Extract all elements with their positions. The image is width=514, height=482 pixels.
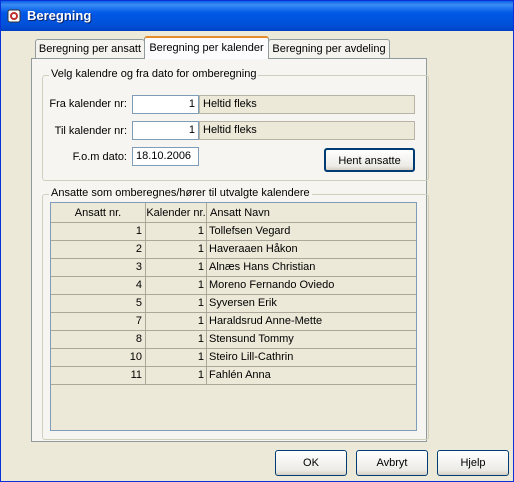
table-row[interactable]: 1 1 Tollefsen Vegard — [51, 223, 416, 241]
cell-ansatt-navn: Stensund Tommy — [207, 331, 416, 349]
fom-dato-input[interactable]: 18.10.2006 — [132, 147, 199, 166]
table-row[interactable]: 7 1 Haraldsrud Anne-Mette — [51, 313, 416, 331]
tab-per-kalender[interactable]: Beregning per kalender — [144, 36, 269, 59]
table-row[interactable]: 5 1 Syversen Erik — [51, 295, 416, 313]
cell-kalender-nr: 1 — [146, 331, 207, 349]
fom-dato-label: F.o.m dato: — [72, 151, 127, 163]
table-row[interactable]: 2 1 Haveraaen Håkon — [51, 241, 416, 259]
cell-ansatt-nr: 3 — [51, 259, 146, 277]
cell-ansatt-navn: Fahlén Anna — [207, 367, 416, 385]
title-bar[interactable]: Beregning — [1, 1, 513, 31]
cell-ansatt-navn: Haveraaen Håkon — [207, 241, 416, 259]
cell-ansatt-navn: Moreno Fernando Oviedo — [207, 277, 416, 295]
table-header: Ansatt nr. Kalender nr. Ansatt Navn — [51, 203, 416, 223]
column-header-ansatt-navn[interactable]: Ansatt Navn — [207, 203, 416, 223]
cell-ansatt-navn: Haraldsrud Anne-Mette — [207, 313, 416, 331]
cell-ansatt-navn: Tollefsen Vegard — [207, 223, 416, 241]
fra-kalender-name: Heltid fleks — [199, 95, 415, 114]
ok-button[interactable]: OK — [275, 450, 347, 476]
app-icon — [7, 9, 21, 23]
til-kalender-input[interactable]: 1 — [132, 121, 199, 140]
column-header-ansatt-nr[interactable]: Ansatt nr. — [51, 203, 146, 223]
til-kalender-name: Heltid fleks — [199, 121, 415, 140]
table-row[interactable]: 8 1 Stensund Tommy — [51, 331, 416, 349]
tab-per-ansatt[interactable]: Beregning per ansatt — [35, 39, 145, 59]
cell-ansatt-nr: 1 — [51, 223, 146, 241]
cell-ansatt-nr: 4 — [51, 277, 146, 295]
table-row[interactable]: 3 1 Alnæs Hans Christian — [51, 259, 416, 277]
cell-ansatt-navn: Steiro Lill-Cathrin — [207, 349, 416, 367]
fra-kalender-label: Fra kalender nr: — [49, 98, 127, 110]
cell-kalender-nr: 1 — [146, 349, 207, 367]
cell-ansatt-navn: Alnæs Hans Christian — [207, 259, 416, 277]
dialog-window: Beregning Beregning per ansatt Beregning… — [0, 0, 514, 482]
column-header-kalender-nr[interactable]: Kalender nr. — [146, 203, 207, 223]
cancel-button[interactable]: Avbryt — [356, 450, 428, 476]
calendar-group-legend: Velg kalendre og fra dato for omberegnin… — [49, 68, 259, 80]
hent-ansatte-button[interactable]: Hent ansatte — [324, 148, 415, 172]
cell-kalender-nr: 1 — [146, 277, 207, 295]
table-row[interactable]: 10 1 Steiro Lill-Cathrin — [51, 349, 416, 367]
cell-ansatt-nr: 8 — [51, 331, 146, 349]
cell-kalender-nr: 1 — [146, 313, 207, 331]
cell-ansatt-nr: 5 — [51, 295, 146, 313]
cell-kalender-nr: 1 — [146, 241, 207, 259]
cell-kalender-nr: 1 — [146, 295, 207, 313]
window-title: Beregning — [27, 8, 92, 23]
cell-ansatt-nr: 11 — [51, 367, 146, 385]
employees-group-legend: Ansatte som omberegnes/hører til utvalgt… — [49, 187, 312, 199]
employees-table[interactable]: Ansatt nr. Kalender nr. Ansatt Navn 1 1 To… — [50, 202, 417, 431]
tab-per-avdeling[interactable]: Beregning per avdeling — [268, 39, 390, 59]
table-row[interactable]: 4 1 Moreno Fernando Oviedo — [51, 277, 416, 295]
cell-ansatt-nr: 7 — [51, 313, 146, 331]
til-kalender-label: Til kalender nr: — [54, 125, 127, 137]
cell-ansatt-nr: 2 — [51, 241, 146, 259]
cell-kalender-nr: 1 — [146, 259, 207, 277]
help-button[interactable]: Hjelp — [437, 450, 509, 476]
cell-ansatt-navn: Syversen Erik — [207, 295, 416, 313]
cell-ansatt-nr: 10 — [51, 349, 146, 367]
cell-kalender-nr: 1 — [146, 367, 207, 385]
fra-kalender-input[interactable]: 1 — [132, 95, 199, 114]
table-row[interactable]: 11 1 Fahlén Anna — [51, 367, 416, 385]
cell-kalender-nr: 1 — [146, 223, 207, 241]
